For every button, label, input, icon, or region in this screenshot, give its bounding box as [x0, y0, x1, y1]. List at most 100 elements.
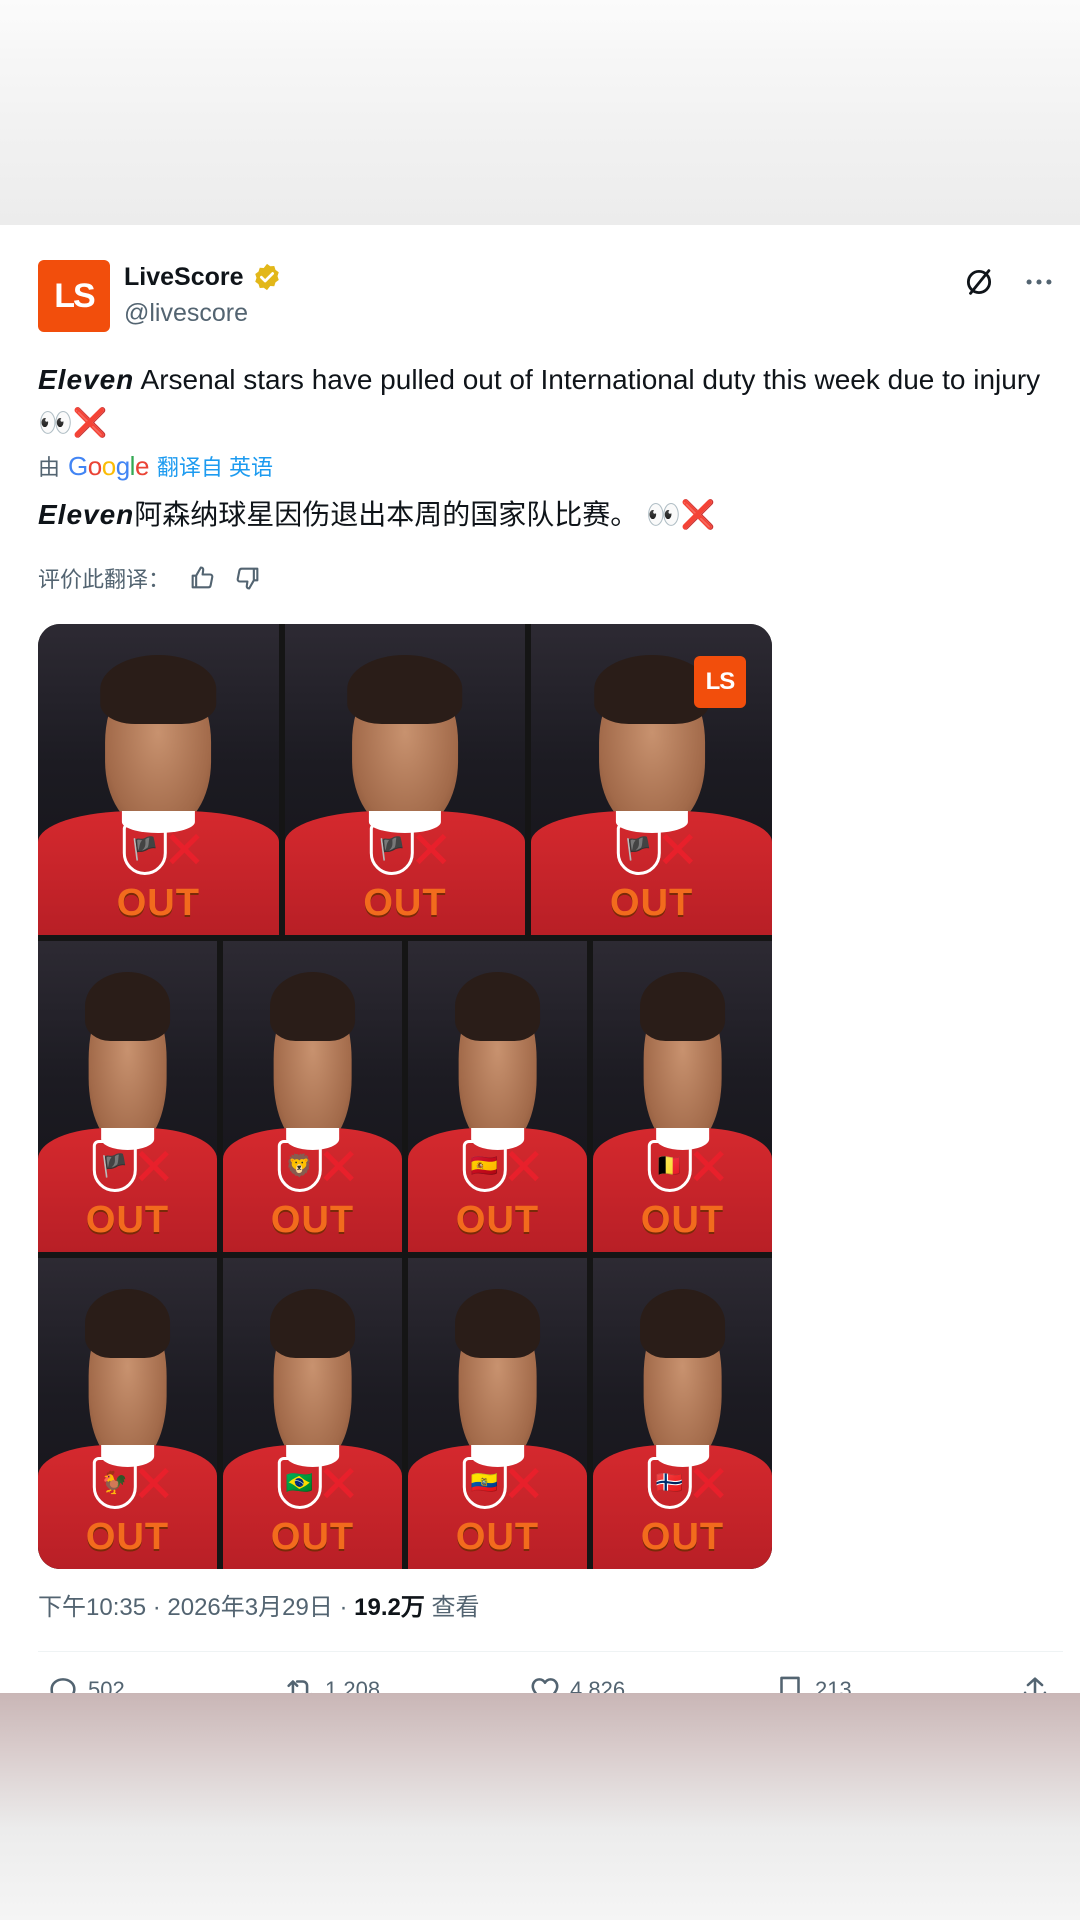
national-crest-icon: 🇳🇴 [647, 1457, 692, 1509]
cross-icon: ✕ [131, 1139, 176, 1197]
repost-icon [287, 1680, 312, 1693]
cross-icon: ✕ [162, 822, 207, 880]
repost-button[interactable]: 1,208 [283, 1673, 380, 1693]
out-label: OUT [116, 882, 200, 924]
national-crest-icon: 🇧🇪 [647, 1140, 692, 1192]
top-actions [962, 265, 1056, 299]
author-handle[interactable]: @livescore [124, 299, 248, 328]
player-hair [454, 972, 541, 1041]
out-label: OUT [85, 1199, 170, 1241]
share-icon [1023, 1677, 1047, 1693]
tweet-text: Eleven Arsenal stars have pulled out of … [38, 358, 1048, 444]
national-crest-icon: 🏴 [616, 823, 661, 875]
player-tile: 🏴 ✕ OUT [38, 624, 279, 935]
player-hair [84, 1289, 171, 1358]
player-tile: 🏴 ✕ OUT [284, 624, 526, 935]
views-count: 19.2万 [354, 1594, 425, 1621]
cross-icon: ✕ [316, 1456, 361, 1514]
reply-count: 502 [88, 1677, 125, 1693]
translation-source: 由 Google 翻译自 英语 [38, 450, 273, 482]
cross-icon: ✕ [686, 1139, 731, 1197]
player-hair [347, 655, 463, 724]
player-tile: 🏴 ✕ OUT [38, 941, 217, 1252]
out-label: OUT [363, 882, 447, 924]
cross-icon: ✕ [501, 1139, 546, 1197]
rate-translation: 评价此翻译： [38, 562, 262, 594]
player-hair [84, 972, 171, 1041]
cross-icon: ✕ [316, 1139, 361, 1197]
national-crest-icon: 🇪🇸 [462, 1140, 507, 1192]
player-tile: 🇧🇷 ✕ OUT [223, 1258, 402, 1569]
player-hair [639, 972, 726, 1041]
livescore-badge: LS [693, 656, 746, 708]
out-label: OUT [270, 1199, 355, 1241]
cross-icon: ✕ [656, 822, 700, 880]
national-crest-icon: 🏴 [369, 823, 414, 875]
more-options-icon[interactable] [1022, 265, 1056, 299]
translated-from-link[interactable]: 翻译自 英语 [157, 450, 273, 482]
divider [38, 1651, 1063, 1652]
translated-text: Eleven阿森纳球星因伤退出本周的国家队比赛。 👀❌ [38, 493, 1048, 536]
translated-text-emphasis: Eleven [38, 499, 135, 530]
national-crest-icon: 🐓 [92, 1457, 137, 1509]
bookmark-button[interactable]: 213 [773, 1673, 852, 1693]
translated-text-body: 阿森纳球星因伤退出本周的国家队比赛。 👀❌ [134, 499, 716, 530]
national-crest-icon: 🦁 [277, 1140, 322, 1192]
translated-by-prefix: 由 [38, 455, 61, 480]
share-button[interactable] [1018, 1673, 1052, 1693]
avatar[interactable]: LS [38, 260, 110, 332]
national-crest-icon: 🇧🇷 [277, 1457, 322, 1509]
national-crest-icon: 🇪🇨 [462, 1457, 507, 1509]
reply-icon [50, 1678, 76, 1693]
player-hair [593, 655, 710, 724]
player-hair [100, 655, 217, 724]
cross-icon: ✕ [501, 1456, 546, 1514]
out-label: OUT [640, 1516, 725, 1558]
verified-badge-icon [254, 263, 279, 291]
action-bar: 502 1,208 4,826 213 [38, 1673, 1063, 1693]
out-label: OUT [640, 1199, 725, 1241]
media-image[interactable]: 🏴 ✕ OUT 🏴 ✕ OUT 🏴 ✕ OUT LS 🏴 ✕ OUT 🦁 ✕ OUT 🇪🇸 ✕ OUT 🇧🇪 ✕ OUT 🐓… [38, 624, 772, 1569]
tweet-text-emphasis: Eleven [38, 364, 135, 395]
tweet-text-body: Arsenal stars have pulled out of Interna… [38, 364, 1041, 438]
blurred-background-top [0, 0, 1080, 225]
out-label: OUT [455, 1199, 540, 1241]
player-tile: 🇳🇴 ✕ OUT [593, 1258, 772, 1569]
author-name-row: LiveScore [124, 262, 282, 292]
national-crest-icon: 🏴 [92, 1140, 137, 1192]
like-button[interactable]: 4,826 [528, 1673, 625, 1693]
player-hair [269, 1289, 356, 1358]
google-logo-icon: Google [68, 450, 149, 481]
player-tile: 🐓 ✕ OUT [38, 1258, 217, 1569]
player-hair [454, 1289, 541, 1358]
author-name[interactable]: LiveScore [124, 263, 244, 292]
cross-icon: ✕ [409, 822, 453, 880]
like-count: 4,826 [570, 1677, 626, 1693]
bookmark-icon [780, 1676, 800, 1693]
grok-icon[interactable] [962, 265, 996, 299]
player-tile: 🦁 ✕ OUT [223, 941, 402, 1252]
player-hair [269, 972, 356, 1041]
timestamp[interactable]: 下午10:35 · 2026年3月29日 · [38, 1594, 354, 1621]
thumbs-down-icon[interactable] [234, 564, 262, 592]
rate-translation-label: 评价此翻译： [38, 567, 171, 592]
tweet-card: LS LiveScore @livescore Eleven Arsenal s… [0, 225, 1080, 1693]
reply-button[interactable]: 502 [46, 1673, 125, 1693]
blurred-background-bottom [0, 1693, 1080, 1920]
out-label: OUT [610, 882, 694, 924]
cross-icon: ✕ [686, 1456, 731, 1514]
cross-icon: ✕ [131, 1456, 176, 1514]
player-hair [639, 1289, 726, 1358]
player-tile: 🇧🇪 ✕ OUT [593, 941, 772, 1252]
repost-count: 1,208 [325, 1677, 381, 1693]
thumbs-up-icon[interactable] [188, 564, 216, 592]
national-crest-icon: 🏴 [123, 823, 168, 875]
player-tile: 🇪🇨 ✕ OUT [408, 1258, 587, 1569]
heart-icon [531, 1678, 559, 1693]
player-tile: 🇪🇸 ✕ OUT [408, 941, 587, 1252]
player-tile: 🏴 ✕ OUT LS [531, 624, 772, 935]
out-label: OUT [270, 1516, 355, 1558]
out-label: OUT [85, 1516, 170, 1558]
out-label: OUT [455, 1516, 540, 1558]
views-label: 查看 [424, 1594, 480, 1621]
